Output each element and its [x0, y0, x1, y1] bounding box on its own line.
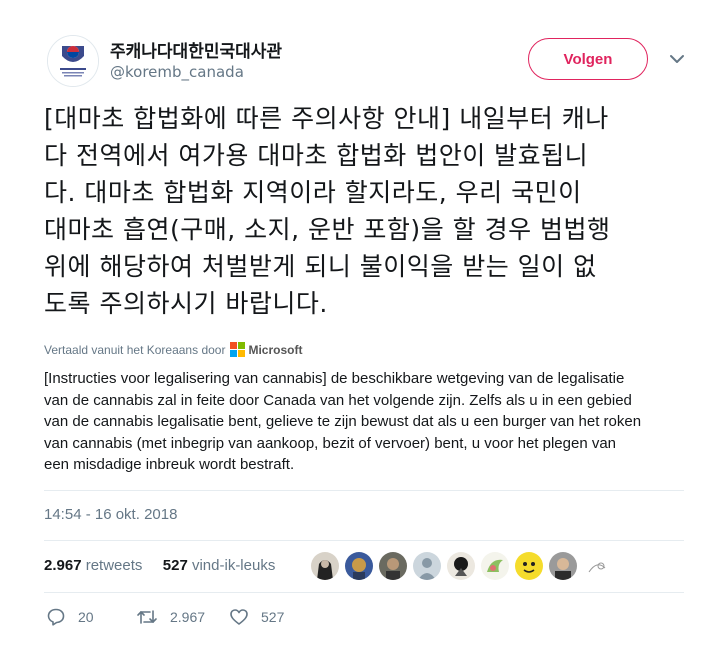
like-count: 527: [261, 609, 285, 625]
translation-attribution: Vertaald vanuit het Koreaans door Micros…: [44, 342, 302, 357]
divider: [44, 592, 684, 593]
microsoft-logo-icon: [230, 342, 246, 357]
likes-label[interactable]: vind-ik-leuks: [192, 557, 275, 574]
translated-text: [Instructies voor legalisering van canna…: [44, 368, 684, 476]
tweet-line: 다 전역에서 여가용 대마초 합법화 법안이 발효됩니: [44, 141, 589, 170]
reply-button[interactable]: 20: [46, 607, 94, 627]
tweet-line: [대마초 합법화에 따른 주의사항 안내] 내일부터 캐나: [44, 104, 609, 133]
embassy-emblem-icon: [48, 36, 98, 86]
heart-icon: [230, 609, 248, 625]
translation-line: van cannabis (met inbegrip van aankoop, …: [44, 434, 617, 452]
avatar[interactable]: [47, 35, 99, 87]
divider: [44, 540, 684, 541]
translated-by-label: Vertaald vanuit het Koreaans door: [44, 342, 226, 357]
liker-avatar[interactable]: [412, 551, 442, 581]
liker-avatar[interactable]: [310, 551, 340, 581]
tweet-stats: 2.967 retweets 527 vind-ik-leuks: [44, 557, 275, 574]
translation-line: van de cannabis zal in feite door Canada…: [44, 391, 632, 409]
user-handle[interactable]: @koremb_canada: [110, 63, 244, 81]
translation-provider: Microsoft: [248, 342, 303, 357]
tweet-text: [대마초 합법화에 따른 주의사항 안내] 내일부터 캐나 다 전역에서 여가용…: [44, 100, 684, 322]
tweet-line: 대마초 흡연(구매, 소지, 운반 포함)을 할 경우 범법행: [44, 215, 611, 244]
liker-avatar[interactable]: [514, 551, 544, 581]
liker-avatar[interactable]: [582, 551, 612, 581]
display-name[interactable]: 주캐나다대한민국대사관: [110, 37, 282, 62]
retweet-button[interactable]: 2.967: [136, 607, 205, 627]
translation-line: [Instructies voor legalisering van canna…: [44, 370, 625, 387]
liker-avatar[interactable]: [548, 551, 578, 581]
retweets-label[interactable]: retweets: [86, 557, 143, 574]
divider: [44, 490, 684, 491]
reply-icon: [47, 608, 65, 626]
tweet-actions: 20 2.967 527: [0, 607, 720, 635]
translation-line: van de cannabis legalisatie bent, geliev…: [44, 413, 642, 430]
liker-avatar[interactable]: [446, 551, 476, 581]
likes-count[interactable]: 527: [163, 557, 188, 574]
retweet-icon: [137, 610, 157, 624]
retweets-count[interactable]: 2.967: [44, 557, 82, 574]
tweet-timestamp[interactable]: 14:54 - 16 okt. 2018: [44, 506, 177, 523]
follow-button[interactable]: Volgen: [528, 38, 648, 80]
retweet-count: 2.967: [170, 609, 206, 625]
tweet-line: 다. 대마초 합법화 지역이라 할지라도, 우리 국민이: [44, 178, 582, 207]
chevron-down-icon[interactable]: [668, 52, 686, 66]
tweet-header: 주캐나다대한민국대사관 @koremb_canada Volgen: [0, 0, 720, 95]
reply-count: 20: [78, 609, 94, 625]
like-button[interactable]: 527: [229, 607, 284, 627]
tweet-line: 위에 해당하여 처벌받게 되니 불이익을 받는 일이 없: [44, 252, 597, 281]
tweet-line: 도록 주의하시기 바랍니다.: [44, 289, 328, 318]
liker-avatar[interactable]: [344, 551, 374, 581]
translation-line: een misdadige inbreuk wordt bestraft.: [44, 456, 295, 473]
liker-avatar[interactable]: [480, 551, 510, 581]
liker-avatar[interactable]: [378, 551, 408, 581]
